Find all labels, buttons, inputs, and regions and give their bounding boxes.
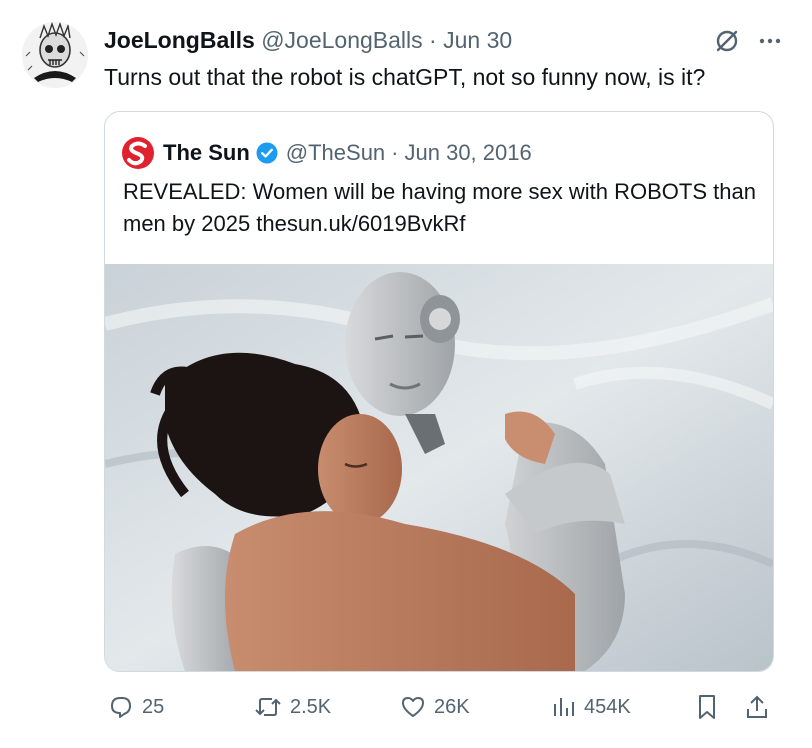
- repost-icon: [254, 694, 282, 720]
- quoted-date[interactable]: Jun 30, 2016: [405, 139, 532, 167]
- quoted-text: REVEALED: Women will be having more sex …: [123, 179, 756, 236]
- repost-count: 2.5K: [290, 696, 332, 718]
- view-count: 454K: [584, 696, 631, 718]
- quoted-tweet-card[interactable]: The Sun @TheSun · Jun 30, 2016 REVEALED:…: [104, 111, 774, 672]
- share-icon: [744, 693, 770, 721]
- like-icon: [400, 694, 426, 720]
- tweet-text: Turns out that the robot is chatGPT, not…: [104, 64, 706, 90]
- avatar-skull-illustration: [22, 22, 88, 88]
- grok-icon[interactable]: [714, 28, 740, 54]
- separator-dot: ·: [391, 140, 399, 165]
- sun-logo-icon: [121, 136, 155, 170]
- bookmark-icon: [694, 693, 720, 721]
- more-icon[interactable]: [758, 29, 782, 53]
- verified-badge-icon: [256, 142, 278, 164]
- author-name[interactable]: JoeLongBalls: [104, 27, 255, 53]
- views-icon: [550, 694, 576, 720]
- action-bar: 25 2.5K 26K 454K: [104, 690, 780, 724]
- tweet-header: JoeLongBalls @JoeLongBalls · Jun 30: [104, 26, 512, 54]
- like-button[interactable]: 26K: [400, 690, 470, 724]
- top-actions: [714, 28, 782, 54]
- author-handle[interactable]: @JoeLongBalls: [261, 27, 422, 53]
- avatar[interactable]: [22, 22, 88, 88]
- robot-and-woman-photo: [105, 264, 773, 671]
- reply-count: 25: [142, 696, 165, 718]
- share-button[interactable]: [744, 690, 770, 724]
- reply-icon: [108, 694, 134, 720]
- quoted-header: The Sun @TheSun · Jun 30, 2016: [121, 136, 532, 170]
- bookmark-button[interactable]: [694, 690, 720, 724]
- views-button[interactable]: 454K: [550, 690, 631, 724]
- reply-button[interactable]: 25: [108, 690, 164, 724]
- quoted-media-image[interactable]: [105, 264, 773, 671]
- repost-button[interactable]: 2.5K: [254, 690, 331, 724]
- separator-dot: ·: [429, 27, 437, 53]
- quoted-author-handle[interactable]: @TheSun: [286, 139, 385, 167]
- tweet-date[interactable]: Jun 30: [443, 27, 512, 53]
- like-count: 26K: [434, 696, 470, 718]
- quoted-author-name[interactable]: The Sun: [163, 139, 250, 167]
